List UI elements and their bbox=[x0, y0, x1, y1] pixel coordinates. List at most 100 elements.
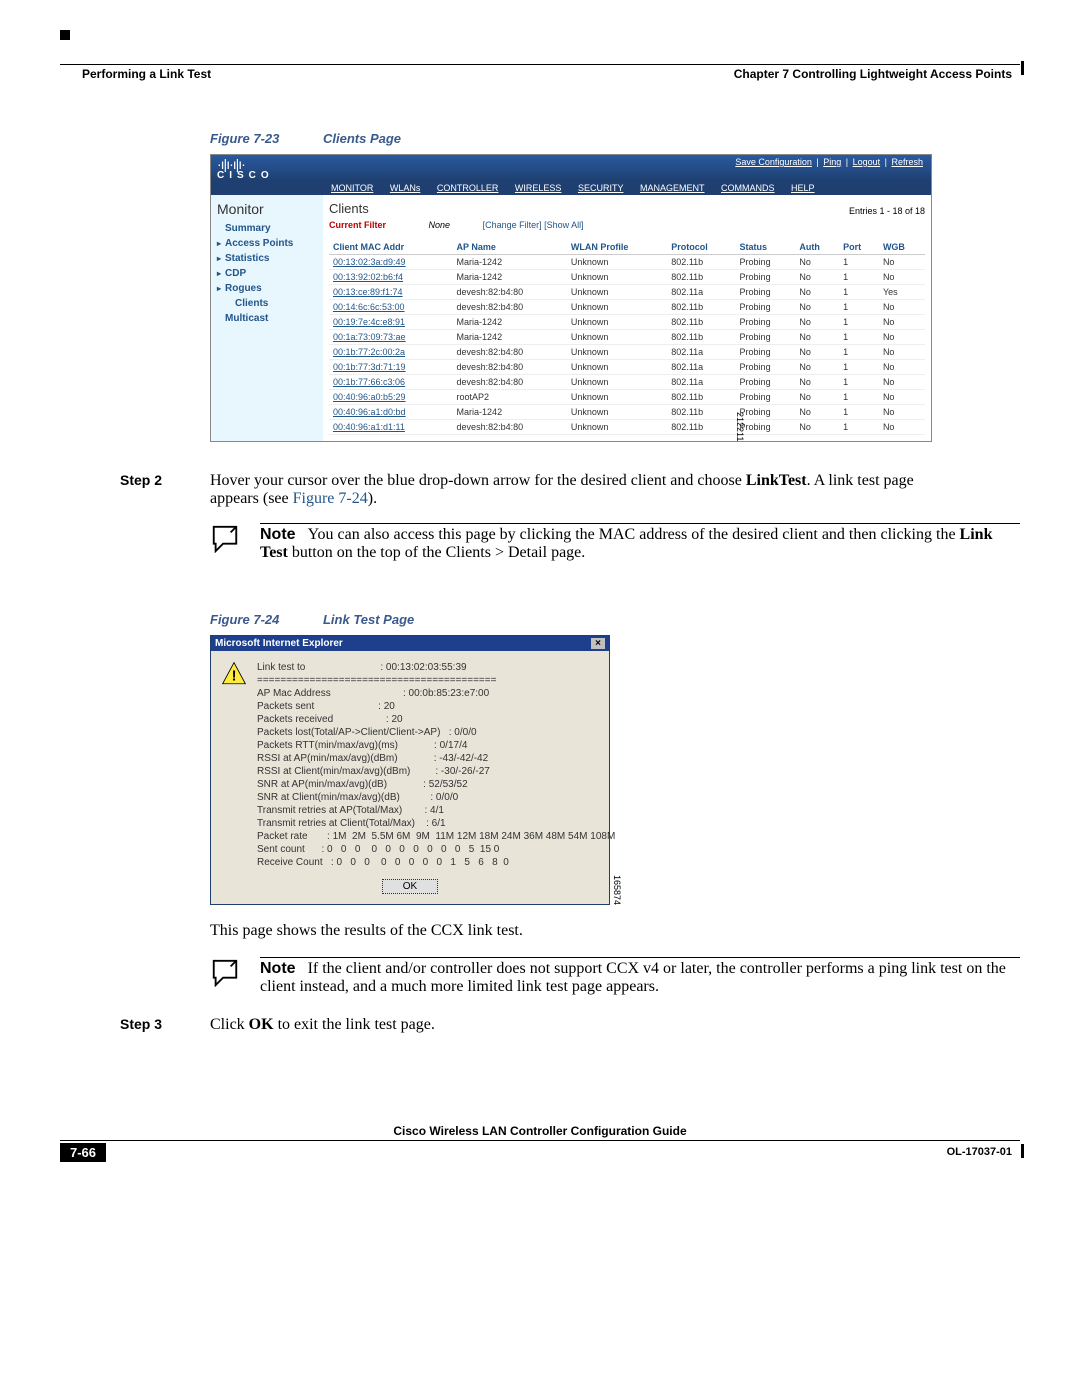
ok-button[interactable]: OK bbox=[382, 879, 438, 894]
nav-controller[interactable]: CONTROLLER bbox=[437, 183, 499, 193]
table-row: 00:1b:77:2c:00:2adevesh:82:b4:80Unknown8… bbox=[329, 345, 925, 360]
clients-page-screenshot: ·ı|ı·ı|ı· CISCO Save Configuration | Pin… bbox=[210, 154, 932, 442]
cell: Probing bbox=[736, 330, 796, 345]
page-number: 7-66 bbox=[60, 1143, 106, 1162]
client-mac-link[interactable]: 00:40:96:a1:d0:bd bbox=[329, 405, 453, 420]
sidebar-summary[interactable]: Summary bbox=[217, 223, 317, 234]
nav-wlans[interactable]: WLANs bbox=[390, 183, 421, 193]
cell: No bbox=[795, 375, 839, 390]
client-mac-link[interactable]: 00:40:96:a0:b5:29 bbox=[329, 390, 453, 405]
client-mac-link[interactable]: 00:1a:73:09:73:ae bbox=[329, 330, 453, 345]
nav-security[interactable]: SECURITY bbox=[578, 183, 624, 193]
refresh-link[interactable]: Refresh bbox=[889, 157, 925, 167]
cell: Probing bbox=[736, 375, 796, 390]
cell: Maria-1242 bbox=[453, 405, 567, 420]
sidebar-multicast[interactable]: Multicast bbox=[217, 313, 317, 324]
col-header: Auth bbox=[795, 240, 839, 255]
sidebar-statistics[interactable]: Statistics bbox=[217, 253, 317, 264]
table-row: 00:19:7e:4c:e8:91Maria-1242Unknown802.11… bbox=[329, 315, 925, 330]
clients-heading: Clients bbox=[329, 201, 369, 216]
client-mac-link[interactable]: 00:1b:77:3d:71:19 bbox=[329, 360, 453, 375]
close-icon[interactable]: × bbox=[591, 638, 605, 649]
nav-management[interactable]: MANAGEMENT bbox=[640, 183, 705, 193]
note-icon bbox=[210, 957, 240, 987]
cell: 802.11a bbox=[667, 375, 735, 390]
cell: Maria-1242 bbox=[453, 255, 567, 270]
cell: No bbox=[795, 345, 839, 360]
header-chapter: Chapter 7 Controlling Lightweight Access… bbox=[734, 67, 1020, 81]
cell: 1 bbox=[839, 300, 879, 315]
cell: 1 bbox=[839, 345, 879, 360]
cell: Probing bbox=[736, 345, 796, 360]
step-2-label: Step 2 bbox=[120, 472, 210, 508]
nav-help[interactable]: HELP bbox=[791, 183, 815, 193]
client-mac-link[interactable]: 00:13:ce:89:f1:74 bbox=[329, 285, 453, 300]
cell: Unknown bbox=[567, 300, 667, 315]
cell: Unknown bbox=[567, 420, 667, 435]
warning-icon: ! bbox=[221, 661, 247, 687]
cell: 1 bbox=[839, 420, 879, 435]
cell: 802.11b bbox=[667, 270, 735, 285]
cell: Probing bbox=[736, 285, 796, 300]
cell: devesh:82:b4:80 bbox=[453, 375, 567, 390]
cell: Probing bbox=[736, 360, 796, 375]
nav-monitor[interactable]: MONITOR bbox=[331, 183, 373, 193]
table-row: 00:14:6c:6c:53:00devesh:82:b4:80Unknown8… bbox=[329, 300, 925, 315]
figure-24-caption: Figure 7-24 Link Test Page bbox=[210, 612, 1020, 627]
cisco-logo: ·ı|ı·ı|ı· CISCO bbox=[217, 157, 274, 181]
cell: Probing bbox=[736, 300, 796, 315]
client-mac-link[interactable]: 00:14:6c:6c:53:00 bbox=[329, 300, 453, 315]
client-mac-link[interactable]: 00:19:7e:4c:e8:91 bbox=[329, 315, 453, 330]
nav-wireless[interactable]: WIRELESS bbox=[515, 183, 562, 193]
nav-commands[interactable]: COMMANDS bbox=[721, 183, 775, 193]
cell: Probing bbox=[736, 270, 796, 285]
cell: Maria-1242 bbox=[453, 270, 567, 285]
clients-table: Client MAC AddrAP NameWLAN ProfileProtoc… bbox=[329, 240, 925, 435]
note-1: NoteYou can also access this page by cli… bbox=[210, 523, 1020, 562]
cell: No bbox=[795, 405, 839, 420]
client-mac-link[interactable]: 00:1b:77:2c:00:2a bbox=[329, 345, 453, 360]
logout-link[interactable]: Logout bbox=[851, 157, 883, 167]
cell: No bbox=[795, 330, 839, 345]
figure-24-id: 165874 bbox=[612, 875, 622, 905]
entries-count: Entries 1 - 18 of 18 bbox=[849, 206, 925, 216]
sidebar-cdp[interactable]: CDP bbox=[217, 268, 317, 279]
cell: 802.11b bbox=[667, 390, 735, 405]
table-row: 00:40:96:a0:b5:29rootAP2Unknown802.11bPr… bbox=[329, 390, 925, 405]
table-row: 00:13:02:3a:d9:49Maria-1242Unknown802.11… bbox=[329, 255, 925, 270]
sidebar-access-points[interactable]: Access Points bbox=[217, 238, 317, 249]
filter-row: Current Filter None [Change Filter] [Sho… bbox=[329, 220, 925, 230]
after-fig24-text: This page shows the results of the CCX l… bbox=[210, 920, 960, 942]
cell: Yes bbox=[879, 285, 925, 300]
cell: Probing bbox=[736, 390, 796, 405]
client-mac-link[interactable]: 00:40:96:a1:d1:11 bbox=[329, 420, 453, 435]
cell: devesh:82:b4:80 bbox=[453, 285, 567, 300]
client-mac-link[interactable]: 00:13:02:3a:d9:49 bbox=[329, 255, 453, 270]
page-footer: Cisco Wireless LAN Controller Configurat… bbox=[60, 1124, 1020, 1162]
ping-link[interactable]: Ping bbox=[821, 157, 843, 167]
cell: No bbox=[879, 300, 925, 315]
doc-id: OL-17037-01 bbox=[947, 1146, 1020, 1158]
client-mac-link[interactable]: 00:13:92:02:b6:f4 bbox=[329, 270, 453, 285]
link-test-results: Link test to : 00:13:02:03:55:39 =======… bbox=[257, 661, 615, 869]
cell: No bbox=[795, 255, 839, 270]
sidebar-clients[interactable]: Clients bbox=[227, 298, 317, 309]
figure-23-caption: Figure 7-23 Clients Page bbox=[210, 131, 1020, 146]
save-config-link[interactable]: Save Configuration bbox=[733, 157, 814, 167]
cell: Unknown bbox=[567, 255, 667, 270]
figure-23-id: 212211 bbox=[735, 412, 745, 441]
cell: No bbox=[879, 375, 925, 390]
cell: Unknown bbox=[567, 345, 667, 360]
client-mac-link[interactable]: 00:1b:77:66:c3:06 bbox=[329, 375, 453, 390]
sidebar: Monitor Summary Access Points Statistics… bbox=[211, 195, 323, 441]
col-header: WGB bbox=[879, 240, 925, 255]
cell: Probing bbox=[736, 255, 796, 270]
cell: Unknown bbox=[567, 285, 667, 300]
cell: Maria-1242 bbox=[453, 315, 567, 330]
cell: No bbox=[795, 360, 839, 375]
cell: 1 bbox=[839, 405, 879, 420]
col-header: WLAN Profile bbox=[567, 240, 667, 255]
sidebar-rogues[interactable]: Rogues bbox=[217, 283, 317, 294]
filter-links[interactable]: [Change Filter] [Show All] bbox=[483, 220, 584, 230]
header-section: Performing a Link Test bbox=[60, 67, 211, 81]
